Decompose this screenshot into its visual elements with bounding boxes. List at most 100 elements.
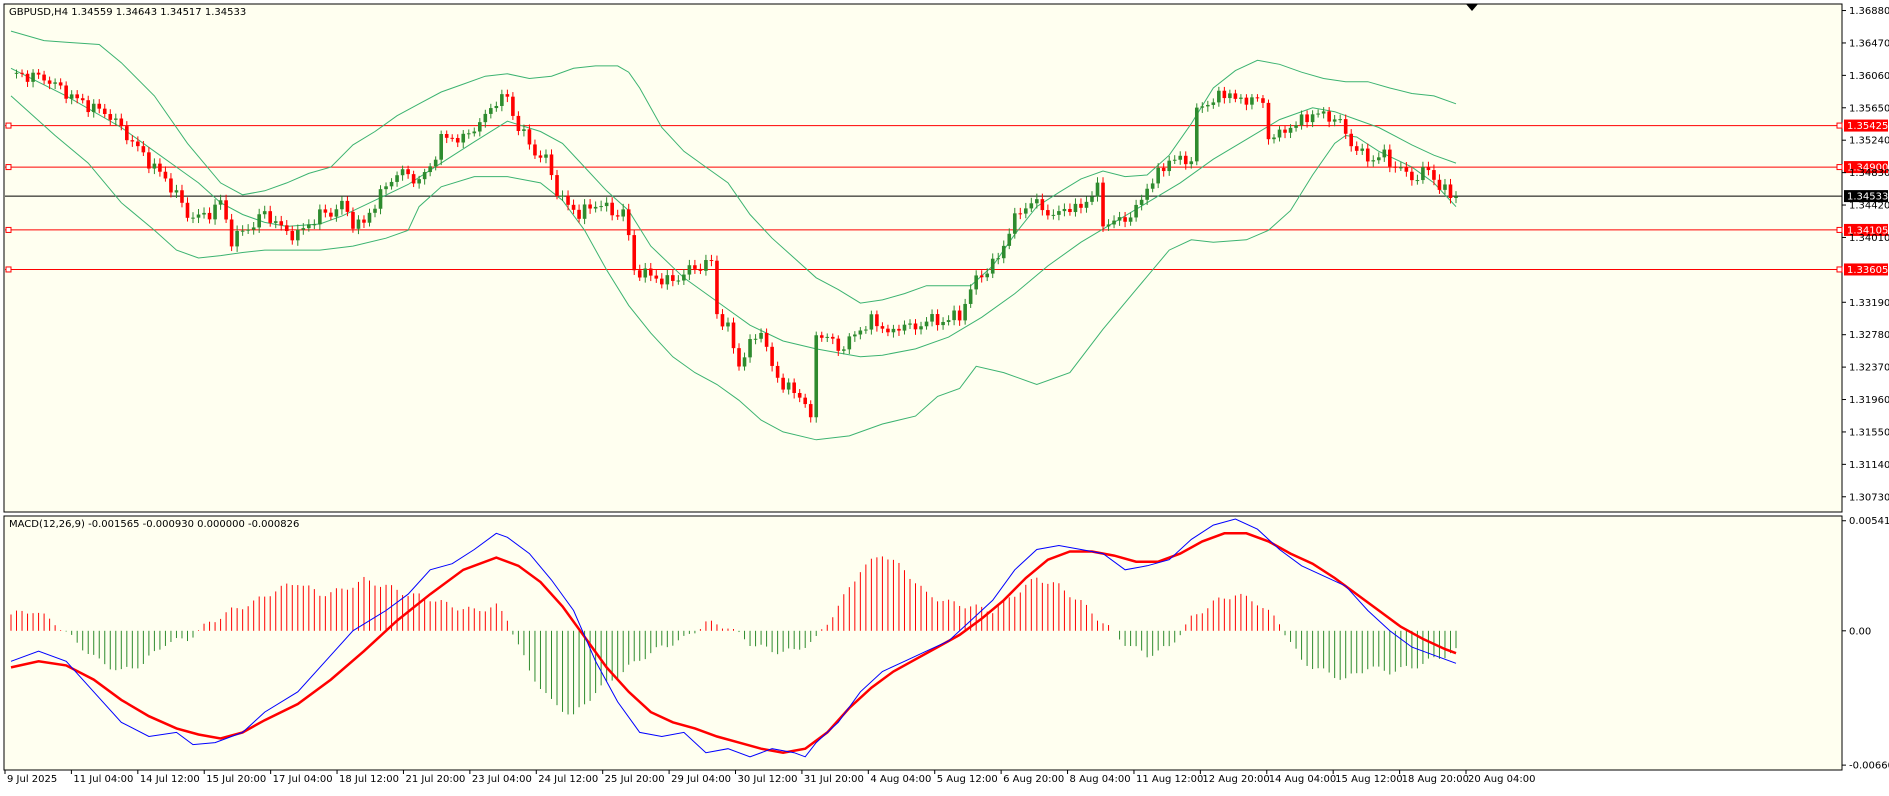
time-tick-label: 17 Jul 04:00 [273,774,333,785]
candle-body [764,332,769,347]
candle-body [726,322,730,327]
candle-body [69,94,74,99]
candle-body [1101,182,1105,227]
level-anchor-icon [5,122,12,129]
candle-body [80,98,85,101]
candle-body [555,175,559,196]
candle-body [637,270,642,278]
candle-body [1123,217,1127,222]
candle-body [47,80,52,84]
candle-body [125,126,129,141]
candle-body [461,133,466,143]
candle-body [235,231,239,247]
candle-body [389,181,394,187]
candle-body [1332,119,1337,122]
candle-body [489,108,493,114]
candle-body [1277,129,1282,138]
candle-body [284,225,289,232]
candle-body [952,310,956,321]
candle-body [472,131,477,134]
candle-body [130,140,135,142]
candle-body [1161,167,1166,172]
price-tick-label: 1.31140 [1849,460,1889,471]
candle-body [367,212,372,223]
candle-body [687,265,692,275]
candle-body [1024,208,1028,214]
time-tick-label: 15 Jul 20:00 [206,774,266,785]
macd-tick-label: 0.00 [1849,626,1871,637]
candle-body [384,186,388,190]
candle-body [494,105,499,109]
candle-body [924,321,929,327]
candle-body [340,200,344,210]
candle-body [1139,199,1144,205]
candle-body [869,314,874,330]
candle-body [1106,224,1111,227]
macd-header: MACD(12,26,9) -0.001565 -0.000930 0.0000… [9,519,299,530]
candle-body [1029,203,1034,209]
candle-body [610,202,614,216]
time-tick-label: 21 Jul 20:00 [405,774,465,785]
candle-body [323,209,328,213]
level-anchor-icon [1836,226,1843,233]
candle-body [1128,217,1133,222]
chart-canvas[interactable]: 1.354251.349001.341051.336051.345331.368… [0,0,1889,792]
candle-body [1194,107,1199,162]
candle-body [36,72,41,75]
candle-body [648,268,653,276]
time-tick-label: 25 Jul 20:00 [605,774,665,785]
candle-body [262,211,267,215]
candle-body [251,227,256,230]
price-panel[interactable] [3,3,1843,513]
candle-body [1200,106,1205,108]
candle-body [1283,129,1287,133]
candle-body [1079,203,1083,208]
candle-body [919,326,923,330]
candle-body [880,326,885,329]
time-tick-label: 9 Jul 2025 [7,774,57,785]
candle-body [891,328,896,333]
candle-body [268,211,273,223]
level-anchor-icon [5,226,12,233]
time-tick-label: 12 Aug 20:00 [1202,774,1269,785]
candle-body [20,72,24,74]
price-tick-label: 1.35240 [1849,136,1889,147]
candle-body [864,329,868,331]
candle-body [715,260,719,315]
candle-body [1388,149,1392,167]
candle-body [902,324,907,331]
candle-body [119,118,124,127]
candle-body [406,169,410,175]
candle-body [1338,119,1342,121]
candle-body [483,113,488,123]
price-tick-label: 1.31960 [1849,395,1889,406]
candle-body [86,100,91,113]
candle-body [185,202,190,218]
candle-body [1404,167,1409,172]
candle-body [108,114,113,120]
time-tick-label: 14 Aug 04:00 [1269,774,1336,785]
candle-body [334,209,339,217]
candle-body [1084,201,1089,208]
candle-body [781,377,785,390]
chart-window[interactable]: 1.35425 1.34900 1.34105 1.33605 1.34533 1.368… [0,0,1889,792]
candle-body [290,231,295,241]
candle-body [31,72,35,82]
candle-body [511,96,515,116]
macd-panel[interactable] [3,515,1843,771]
symbol-header: GBPUSD,H4 1.34559 1.34643 1.34517 1.3453… [9,7,246,18]
candle-body [582,204,587,219]
candle-body [1310,114,1315,123]
price-tick-label: 1.33190 [1849,298,1889,309]
candle-body [444,133,449,138]
candle-body [842,349,846,351]
candle-body [1228,93,1232,99]
candle-body [329,212,333,217]
candle-body [847,336,852,350]
candle-body [1421,167,1425,181]
candle-body [1090,196,1094,202]
candle-body [996,258,1001,260]
candle-body [229,219,234,247]
level-anchor-icon [5,164,12,171]
candle-body [1244,97,1249,105]
